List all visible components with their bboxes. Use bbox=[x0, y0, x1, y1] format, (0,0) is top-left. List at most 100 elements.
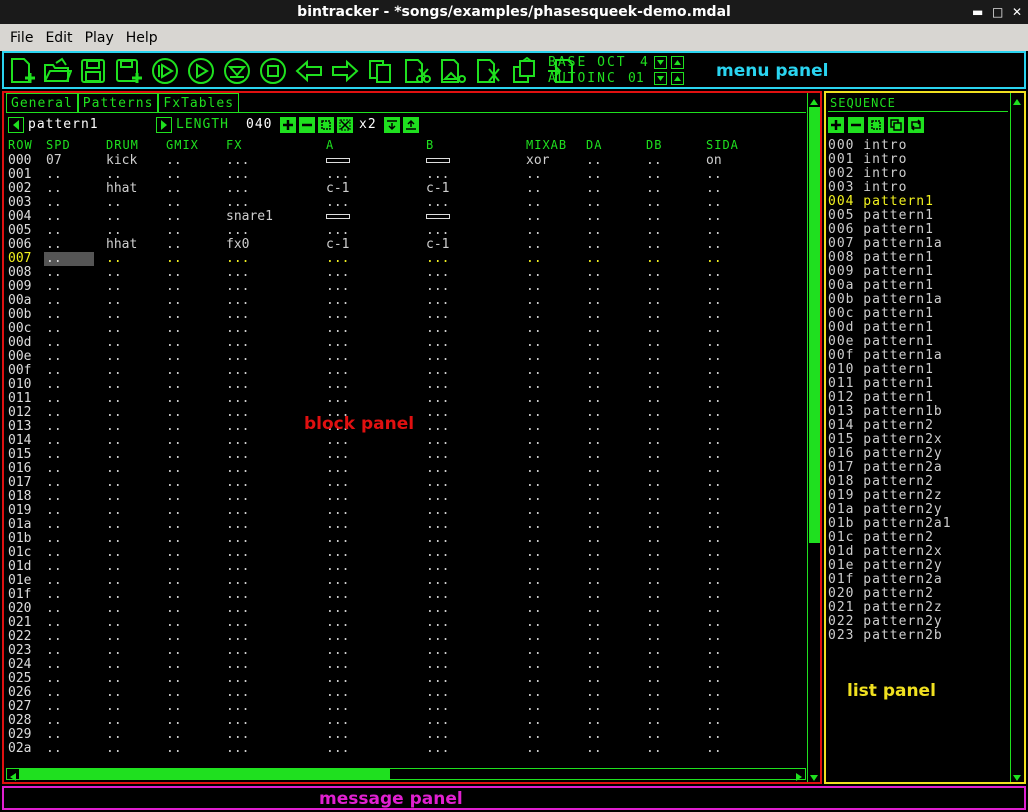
close-icon[interactable]: ✕ bbox=[1012, 0, 1022, 24]
cell-channel-b[interactable]: ... bbox=[426, 616, 449, 630]
cell-speed[interactable]: .. bbox=[46, 350, 62, 364]
pattern-row[interactable]: 006.. hhat.. fx0 c-1 c-1........ bbox=[8, 238, 806, 252]
cell-speed[interactable]: .. bbox=[46, 546, 62, 560]
sequence-item[interactable]: 001 intro bbox=[828, 153, 907, 167]
cell-drum[interactable]: .. bbox=[106, 280, 122, 294]
cell-channel-b[interactable]: ... bbox=[426, 560, 449, 574]
sequence-item[interactable]: 009 pattern1 bbox=[828, 265, 934, 279]
pattern-row[interactable]: 002.. hhat..... c-1 c-1........ bbox=[8, 182, 806, 196]
cell-gmix[interactable]: .. bbox=[166, 644, 182, 658]
pattern-row[interactable]: 02a....................... bbox=[8, 742, 806, 756]
cell-sida[interactable]: .. bbox=[706, 532, 722, 546]
cell-mixab[interactable]: .. bbox=[526, 476, 542, 490]
cell-da[interactable]: .. bbox=[586, 560, 602, 574]
pattern-row[interactable]: 016....................... bbox=[8, 462, 806, 476]
cell-channel-a[interactable]: ... bbox=[326, 602, 349, 616]
cell-channel-b[interactable]: ... bbox=[426, 406, 449, 420]
cell-sida[interactable]: .. bbox=[706, 182, 722, 196]
cell-speed[interactable]: .. bbox=[46, 504, 62, 518]
cell-channel-b[interactable]: ... bbox=[426, 350, 449, 364]
cell-db[interactable]: .. bbox=[646, 154, 662, 168]
cell-gmix[interactable]: .. bbox=[166, 588, 182, 602]
cell-speed[interactable]: .. bbox=[46, 602, 62, 616]
cell-channel-b[interactable]: ... bbox=[426, 714, 449, 728]
cell-gmix[interactable]: .. bbox=[166, 154, 182, 168]
cell-fx[interactable]: ... bbox=[226, 518, 249, 532]
cell-mixab[interactable]: .. bbox=[526, 196, 542, 210]
pattern-row[interactable]: 003....................... bbox=[8, 196, 806, 210]
cell-db[interactable]: .. bbox=[646, 224, 662, 238]
cell-channel-a[interactable]: ... bbox=[326, 364, 349, 378]
cell-mixab[interactable]: .. bbox=[526, 308, 542, 322]
porous-paste-icon[interactable] bbox=[510, 56, 540, 85]
pattern-next-button[interactable] bbox=[156, 117, 172, 133]
play-pattern-icon[interactable] bbox=[186, 57, 216, 85]
sequence-item[interactable]: 00d pattern1 bbox=[828, 321, 934, 335]
cell-drum[interactable]: .. bbox=[106, 476, 122, 490]
pattern-row[interactable]: 029....................... bbox=[8, 728, 806, 742]
cell-mixab[interactable]: .. bbox=[526, 728, 542, 742]
cell-channel-b[interactable]: ... bbox=[426, 532, 449, 546]
cell-channel-b[interactable]: ... bbox=[426, 168, 449, 182]
cell-db[interactable]: .. bbox=[646, 238, 662, 252]
cell-drum[interactable]: .. bbox=[106, 448, 122, 462]
cell-mixab[interactable]: .. bbox=[526, 616, 542, 630]
cell-channel-b[interactable]: ... bbox=[426, 490, 449, 504]
cell-da[interactable]: .. bbox=[586, 658, 602, 672]
pattern-row[interactable]: 020....................... bbox=[8, 602, 806, 616]
stop-icon[interactable] bbox=[258, 57, 288, 85]
cell-sida[interactable]: .. bbox=[706, 350, 722, 364]
block-horizontal-scrollbar[interactable] bbox=[6, 768, 806, 781]
cell-db[interactable]: .. bbox=[646, 728, 662, 742]
cell-db[interactable]: .. bbox=[646, 574, 662, 588]
cell-gmix[interactable]: .. bbox=[166, 462, 182, 476]
cell-channel-a[interactable]: ... bbox=[326, 714, 349, 728]
minimize-icon[interactable]: ▬ bbox=[972, 0, 983, 24]
cell-mixab[interactable]: .. bbox=[526, 350, 542, 364]
cell-gmix[interactable]: .. bbox=[166, 280, 182, 294]
cell-drum[interactable]: .. bbox=[106, 294, 122, 308]
cell-channel-b[interactable]: ... bbox=[426, 266, 449, 280]
cell-fx[interactable]: ... bbox=[226, 658, 249, 672]
cell-channel-b[interactable]: ... bbox=[426, 196, 449, 210]
cell-db[interactable]: .. bbox=[646, 406, 662, 420]
cell-channel-a[interactable]: ... bbox=[326, 700, 349, 714]
sequence-item[interactable]: 015 pattern2x bbox=[828, 433, 943, 447]
cell-mixab[interactable]: xor bbox=[526, 154, 549, 168]
cell-gmix[interactable]: .. bbox=[166, 168, 182, 182]
cell-db[interactable]: .. bbox=[646, 490, 662, 504]
length-value[interactable]: 040 bbox=[246, 117, 272, 133]
cell-channel-a[interactable]: ... bbox=[326, 742, 349, 756]
cell-fx[interactable]: ... bbox=[226, 294, 249, 308]
cell-db[interactable]: .. bbox=[646, 630, 662, 644]
cell-fx[interactable]: ... bbox=[226, 462, 249, 476]
pattern-row[interactable]: 01d....................... bbox=[8, 560, 806, 574]
cell-fx[interactable]: ... bbox=[226, 504, 249, 518]
cell-da[interactable]: .. bbox=[586, 742, 602, 756]
cell-gmix[interactable]: .. bbox=[166, 658, 182, 672]
pattern-row[interactable]: 022....................... bbox=[8, 630, 806, 644]
cell-sida[interactable]: .. bbox=[706, 448, 722, 462]
cell-da[interactable]: .. bbox=[586, 168, 602, 182]
cell-channel-b[interactable]: ... bbox=[426, 602, 449, 616]
pattern-grid[interactable]: ROW SPD DRUM GMIX FX A B MIXAB DA DB SIDA 000 07 kic… bbox=[8, 138, 806, 758]
cell-speed[interactable]: .. bbox=[46, 672, 62, 686]
cell-da[interactable]: .. bbox=[586, 686, 602, 700]
cell-sida[interactable]: .. bbox=[706, 462, 722, 476]
cell-mixab[interactable]: .. bbox=[526, 168, 542, 182]
cell-gmix[interactable]: .. bbox=[166, 266, 182, 280]
shrink-icon[interactable] bbox=[337, 117, 353, 133]
cell-fx[interactable]: ... bbox=[226, 420, 249, 434]
pattern-row[interactable]: 004...... snare1........ bbox=[8, 210, 806, 224]
cell-channel-a[interactable]: ... bbox=[326, 616, 349, 630]
cell-da[interactable]: .. bbox=[586, 448, 602, 462]
sequence-item[interactable]: 010 pattern1 bbox=[828, 363, 934, 377]
cell-speed[interactable]: .. bbox=[46, 266, 62, 280]
cell-drum[interactable]: .. bbox=[106, 462, 122, 476]
cell-da[interactable]: .. bbox=[586, 504, 602, 518]
cell-channel-b[interactable]: ... bbox=[426, 280, 449, 294]
block-horizontal-scroll-thumb[interactable] bbox=[19, 769, 390, 779]
cell-mixab[interactable]: .. bbox=[526, 392, 542, 406]
cell-mixab[interactable]: .. bbox=[526, 504, 542, 518]
cell-fx[interactable]: ... bbox=[226, 406, 249, 420]
